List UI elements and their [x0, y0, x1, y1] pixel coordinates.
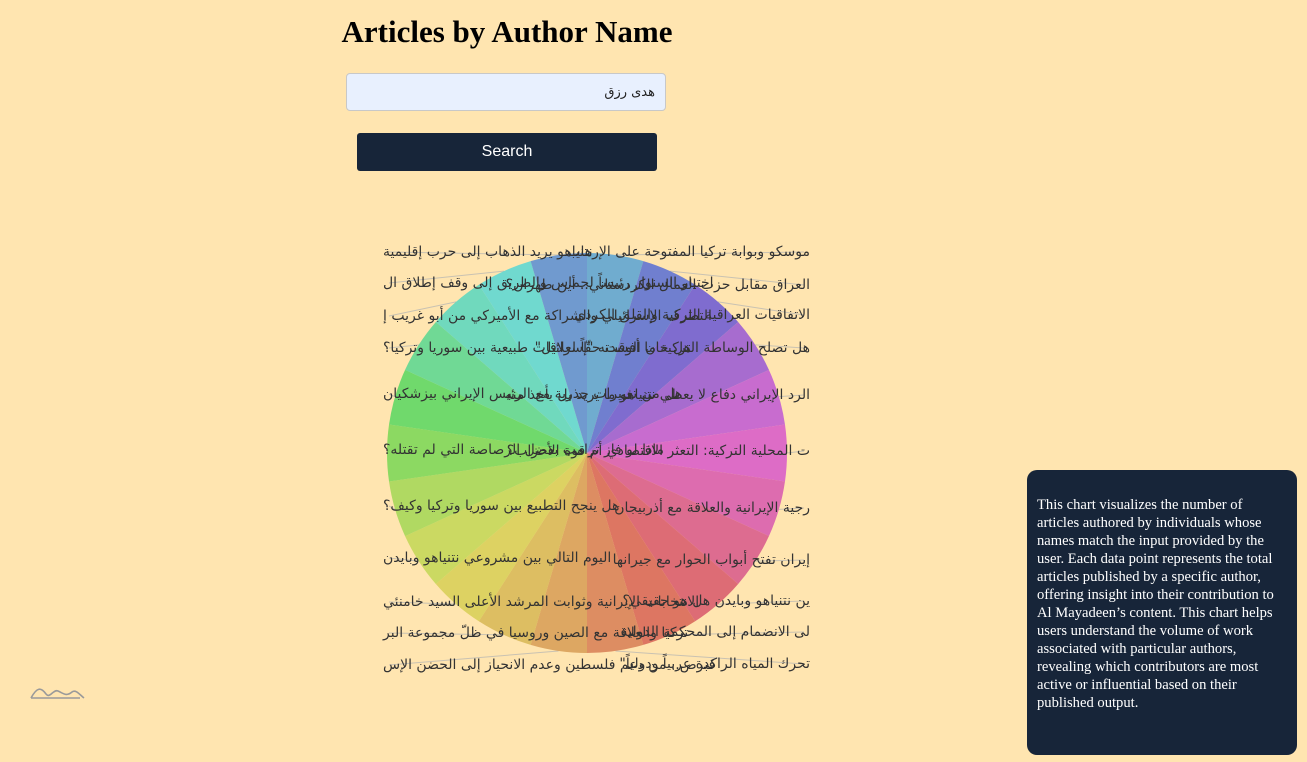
slice-label: رجية الإيرانية والعلاقة مع أذربيجان [614, 498, 810, 516]
slice-label: هل من تغييرات جذرية مع الرئيس الإيراني ب… [383, 386, 682, 402]
chart-logo-icon [30, 688, 85, 699]
chart-description-text: This chart visualizes the number of arti… [1037, 497, 1274, 711]
slice-label: تركيا والعلاقة مع الصين وروسيا في ظلّ مج… [382, 624, 688, 641]
slice-label: التطرف الإسرائيلي والشراكة مع الأميركي م… [383, 306, 712, 324]
slice-label: ماذا لو فاز ترامب بفضل الرصاصة التي لم ت… [383, 442, 664, 458]
slice-label: موسكو وبوابة تركيا المفتوحة على الإرهاب [567, 244, 810, 260]
slice-label: إيران تفتح أبواب الحوار مع جيرانها [613, 550, 811, 568]
slice-label: نتنياهو يريد الذهاب إلى حرب إقليمية [383, 244, 593, 260]
slice-label: اليوم التالي بين مشروعي نتنياهو وبايدن [383, 550, 611, 566]
slice-label: هل ينجح التطبيع بين سوريا وتركيا وكيف؟ [383, 498, 619, 514]
slice-label: اختيار السنوار رئيساً لحماس والطريق إلى … [383, 272, 714, 291]
slice-label: قبرص.. من دعم فلسطين وعدم الانحياز إلى ا… [383, 657, 715, 673]
slice-label: هل حان الوقت حقّاً لعلاقات طبيعية بين سو… [383, 337, 691, 356]
slice-label: الانتخابات الإيرانية وثوابت المرشد الأعل… [383, 592, 699, 610]
chart-description-card: This chart visualizes the number of arti… [1027, 470, 1297, 755]
